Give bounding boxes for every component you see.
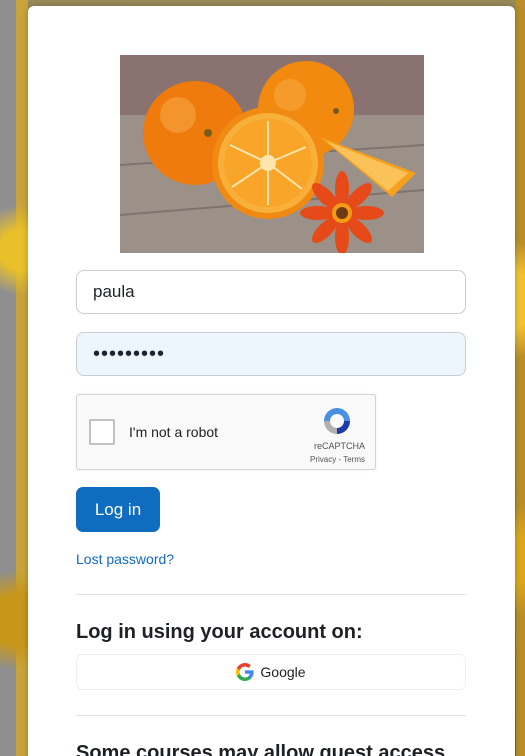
username-value: paula bbox=[93, 282, 135, 301]
recaptcha-brand: reCAPTCHA bbox=[313, 441, 365, 451]
identity-providers-heading: Log in using your account on: bbox=[76, 621, 363, 643]
username-input[interactable]: paula bbox=[76, 270, 466, 314]
password-input[interactable]: ••••••••• bbox=[76, 332, 466, 376]
recaptcha-privacy-terms[interactable]: Privacy - Terms bbox=[310, 455, 365, 464]
recaptcha-widget: I'm not a robot reCAPTCHA Privacy - Term… bbox=[76, 394, 376, 470]
recaptcha-checkbox[interactable] bbox=[89, 419, 115, 445]
divider bbox=[76, 715, 466, 716]
logo-image-oranges bbox=[120, 55, 424, 253]
recaptcha-label: I'm not a robot bbox=[129, 424, 219, 440]
google-login-button[interactable]: Google bbox=[76, 654, 466, 690]
login-button[interactable]: Log in bbox=[76, 487, 160, 532]
google-login-label: Google bbox=[260, 664, 306, 680]
recaptcha-icon bbox=[321, 405, 353, 442]
google-icon bbox=[236, 663, 255, 681]
lost-password-link[interactable]: Lost password? bbox=[76, 551, 174, 567]
password-value: ••••••••• bbox=[93, 342, 166, 365]
guest-access-heading: Some courses may allow guest access bbox=[76, 742, 446, 756]
divider bbox=[76, 594, 466, 595]
login-card: paula ••••••••• I'm not a robot reCAPTCH… bbox=[28, 6, 515, 756]
